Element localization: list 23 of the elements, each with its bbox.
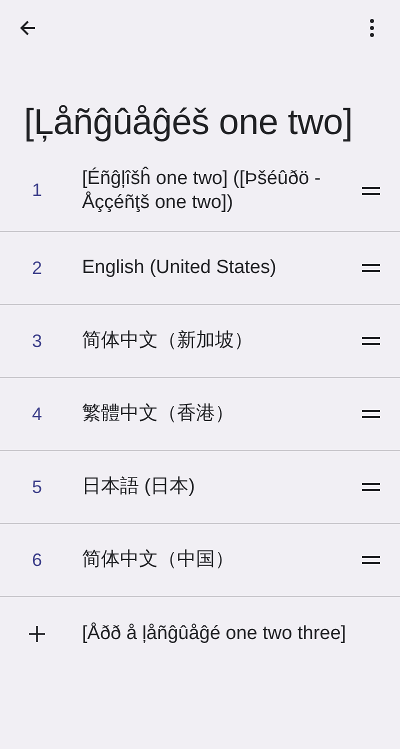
language-name: 简体中文（中国）	[82, 548, 235, 572]
drag-handle-icon[interactable]	[362, 483, 380, 491]
drag-handle-icon[interactable]	[362, 186, 380, 194]
drag-handle-icon[interactable]	[362, 556, 380, 564]
drag-handle-icon[interactable]	[362, 264, 380, 272]
language-rank: 6	[31, 550, 44, 570]
add-language-item[interactable]: [Åðð å ļåñĝûåĝé one two three]	[0, 597, 400, 671]
language-name: [Éñĝļîšĥ one two] ([Þšéûðö - Åççéñţš one two])	[82, 166, 322, 214]
plus-icon	[28, 625, 46, 643]
language-name: 日本語 (日本)	[82, 475, 196, 499]
back-arrow-icon	[18, 18, 38, 38]
language-rank: 1	[31, 180, 44, 201]
drag-handle-icon[interactable]	[362, 410, 380, 418]
drag-handle-icon[interactable]	[362, 337, 380, 345]
language-rank: 2	[31, 258, 44, 278]
language-name: 简体中文（新加坡）	[82, 329, 254, 353]
language-rank: 4	[31, 404, 44, 424]
page-title: [Ļåñĝûåĝéš one two]	[24, 100, 354, 144]
language-name: English (United States)	[82, 256, 278, 280]
language-name: 繁體中文（香港）	[82, 402, 235, 426]
more-icon	[370, 19, 374, 37]
language-rank: 5	[31, 476, 44, 498]
language-rank: 3	[31, 330, 44, 352]
